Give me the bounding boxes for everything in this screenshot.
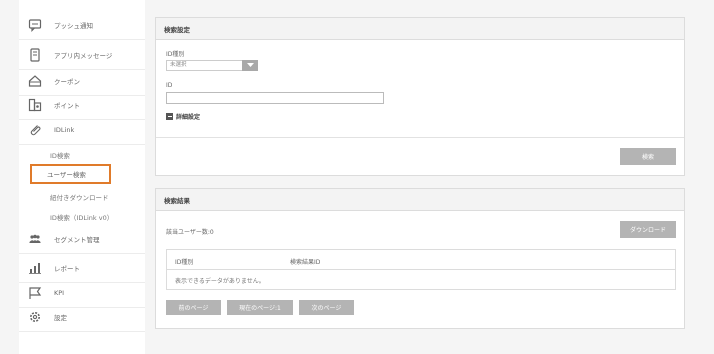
detail-settings-toggle[interactable]: 詳細設定 [166,112,200,121]
sidebar: プッシュ通知 アプリ内メッセージ クーポン ポイント IDLink ID検索 ユ… [19,0,145,354]
sidebar-subitem-label: ユーザー検索 [47,171,86,179]
next-page-button[interactable]: 次のページ [299,300,354,315]
table-row: 表示できるデータがありません。 [167,270,675,290]
sidebar-subitem-user-search[interactable]: ユーザー検索 [30,164,111,184]
detail-settings-label: 詳細設定 [176,114,201,121]
panel-title: 検索設定 [156,18,684,40]
sidebar-subitem-label: ID検索（IDLink v0） [50,214,114,222]
sidebar-item-label: レポート [54,264,80,273]
table-header: ID種別 検索結果ID [167,250,675,270]
search-results-panel: 検索結果 該当ユーザー数:0 ダウンロード ID種別 検索結果ID 表示できるデ… [155,188,685,329]
sidebar-item-label: プッシュ通知 [54,21,93,30]
sidebar-item-label: ポイント [54,101,80,110]
column-header-result-id: 検索結果ID [290,259,321,266]
chat-bubble-icon [28,18,42,32]
sidebar-item-label: KPI [54,288,65,297]
sidebar-item-settings[interactable]: 設定 [19,302,145,332]
sidebar-item-label: 設定 [54,313,67,322]
id-input[interactable] [166,92,384,104]
sidebar-subitem-linked-download[interactable]: 紐付きダウンロード [19,187,145,207]
result-count: 該当ユーザー数:0 [166,229,214,236]
current-page-indicator: 現在のページ:1 [227,300,293,315]
users-group-icon [28,232,42,246]
search-settings-panel: 検索設定 ID種別 未選択 ID 詳細設定 検索 [155,17,685,176]
link-icon [28,123,42,137]
empty-message: 表示できるデータがありません。 [175,278,265,285]
results-table: ID種別 検索結果ID 表示できるデータがありません。 [166,249,676,290]
sidebar-item-segment[interactable]: セグメント管理 [19,224,145,254]
sidebar-subitem-label: ID検索 [50,152,70,160]
sidebar-subitem-label: 紐付きダウンロード [50,194,109,202]
sidebar-item-label: セグメント管理 [54,235,100,244]
panel-title: 検索結果 [156,189,684,211]
bar-chart-icon [28,261,42,275]
sidebar-item-label: IDLink [54,125,75,134]
sidebar-item-idlink[interactable]: IDLink [19,115,145,145]
sidebar-item-label: クーポン [54,77,80,86]
divider [156,137,684,138]
sidebar-item-push[interactable]: プッシュ通知 [19,10,145,40]
id-type-select[interactable]: 未選択 [166,60,258,71]
coupon-tag-icon [28,74,42,88]
chevron-down-icon [242,60,258,71]
sidebar-subitem-id-search[interactable]: ID検索 [19,145,145,165]
id-type-select-value: 未選択 [170,62,187,68]
download-button[interactable]: ダウンロード [620,221,676,238]
collapse-icon [166,113,173,120]
points-card-icon [28,98,42,112]
prev-page-button[interactable]: 前のページ [166,300,221,315]
id-label: ID [166,82,173,89]
sidebar-item-label: アプリ内メッセージ [54,51,113,60]
column-header-id-type: ID種別 [175,259,194,266]
id-type-label: ID種別 [166,51,185,58]
search-button[interactable]: 検索 [620,148,676,165]
mobile-phone-icon [28,47,42,62]
gear-icon [28,310,42,324]
flag-icon [28,286,42,300]
